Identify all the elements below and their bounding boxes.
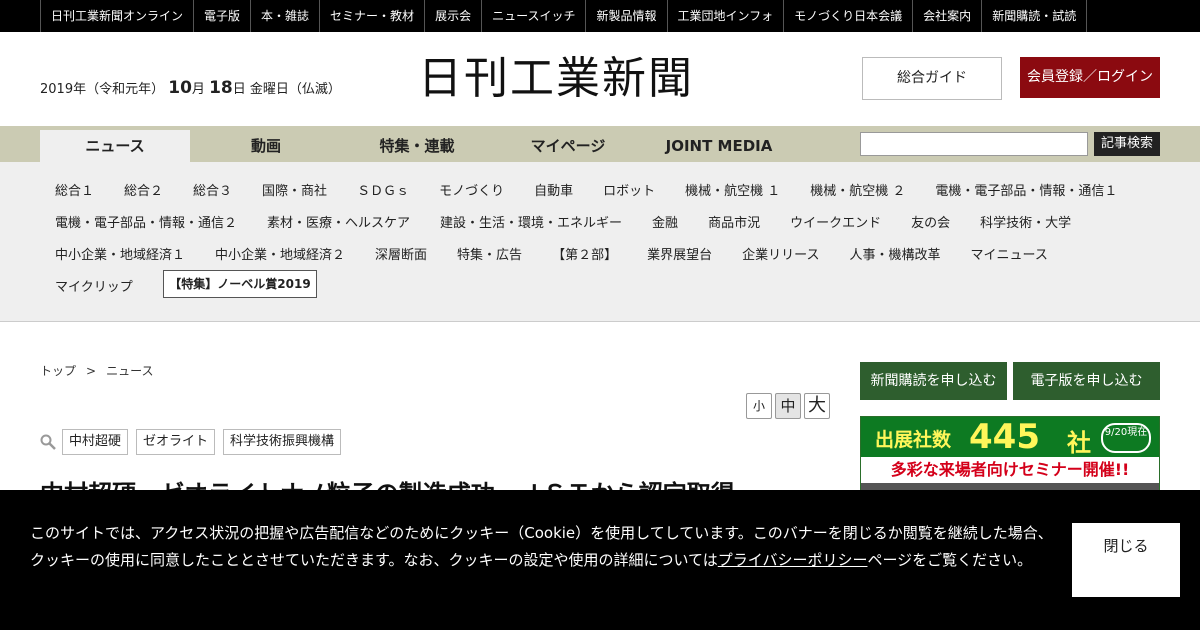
category-item[interactable]: 金融 — [652, 212, 678, 231]
category-row-1: 総合１ 総合２ 総合３ 国際・商社 ＳＤＧｓ モノづくり 自動車 ロボット 機械… — [55, 180, 1147, 199]
font-size-large-button[interactable]: 大 — [804, 393, 830, 419]
category-item[interactable]: ウイークエンド — [790, 212, 881, 231]
site-header: 2019年（令和元年） 10月 18日 金曜日（仏滅） 日刊工業新聞 総合ガイド… — [0, 32, 1200, 126]
category-item[interactable]: モノづくり — [439, 180, 504, 199]
search-input[interactable] — [860, 132, 1088, 156]
category-item[interactable]: 電機・電子部品・情報・通信１ — [935, 180, 1117, 199]
top-link-industrial-park[interactable]: 工業団地インフォ — [668, 0, 785, 32]
breadcrumb-top[interactable]: トップ — [40, 364, 76, 378]
category-item[interactable]: 素材・医療・ヘルスケア — [267, 212, 410, 231]
category-item[interactable]: 科学技術・大学 — [980, 212, 1071, 231]
category-item[interactable]: 総合３ — [193, 180, 232, 199]
tab-video[interactable]: 動画 — [191, 130, 341, 162]
login-button[interactable]: 会員登録／ログイン — [1020, 57, 1160, 98]
category-item[interactable]: ＳＤＧｓ — [357, 180, 409, 199]
font-size-medium-button[interactable]: 中 — [775, 393, 801, 419]
category-row-2: 電機・電子部品・情報・通信２ 素材・医療・ヘルスケア 建設・生活・環境・エネルギ… — [55, 212, 1101, 231]
search-button[interactable]: 記事検索 — [1094, 132, 1160, 156]
banner-seminar-text: 多彩な来場者向けセミナー開催!! — [861, 457, 1159, 483]
banner-exhibitor-count: 445 — [969, 417, 1040, 457]
nobel-special-button[interactable]: 【特集】ノーベル賞2019 — [163, 270, 317, 298]
category-item[interactable]: 建設・生活・環境・エネルギー — [440, 212, 622, 231]
date-year: 2019年（令和元年） — [40, 82, 165, 97]
top-link-books[interactable]: 本・雑誌 — [251, 0, 321, 32]
top-link-company[interactable]: 会社案内 — [913, 0, 983, 32]
site-logo[interactable]: 日刊工業新聞 — [418, 52, 694, 106]
font-size-switcher: 小 中 大 — [746, 393, 833, 419]
category-item[interactable]: マイニュース — [970, 244, 1047, 263]
category-item[interactable]: 機械・航空機 ２ — [810, 180, 905, 199]
privacy-policy-link[interactable]: プライバシーポリシー — [718, 551, 868, 569]
current-date: 2019年（令和元年） 10月 18日 金曜日（仏滅） — [40, 78, 341, 98]
font-size-small-button[interactable]: 小 — [746, 393, 772, 419]
category-item[interactable]: 企業リリース — [742, 244, 819, 263]
top-link-digital[interactable]: 電子版 — [194, 0, 252, 32]
main-nav: ニュース 動画 特集・連載 マイページ JOINT MEDIA 記事検索 — [0, 126, 1200, 162]
banner-header: 出展社数 445 社 9/20現在 — [861, 417, 1159, 457]
category-item[interactable]: 友の会 — [911, 212, 950, 231]
exhibition-banner[interactable]: 出展社数 445 社 9/20現在 多彩な来場者向けセミナー開催!! — [860, 416, 1160, 498]
category-item[interactable]: 業界展望台 — [647, 244, 712, 263]
category-row-3: 中小企業・地域経済１ 中小企業・地域経済２ 深層断面 特集・広告 【第２部】 業… — [55, 244, 1078, 263]
category-item[interactable]: 商品市況 — [708, 212, 760, 231]
category-item[interactable]: 総合１ — [55, 180, 94, 199]
subscribe-digital-button[interactable]: 電子版を申し込む — [1013, 362, 1160, 400]
date-weekday: 日 金曜日（仏滅） — [232, 82, 341, 97]
article-tags: 中村超硬 ゼオライト 科学技術振興機構 — [40, 429, 349, 455]
tag-nakamura[interactable]: 中村超硬 — [62, 429, 129, 455]
category-item[interactable]: 総合２ — [124, 180, 163, 199]
category-item-myclip[interactable]: マイクリップ — [55, 276, 133, 295]
category-item[interactable]: 【第２部】 — [552, 244, 617, 263]
category-item[interactable]: 中小企業・地域経済２ — [215, 244, 345, 263]
tag-jst[interactable]: 科学技術振興機構 — [223, 429, 342, 455]
tag-zeolite[interactable]: ゼオライト — [136, 429, 216, 455]
cookie-close-button[interactable]: 閉じる — [1072, 523, 1180, 597]
top-link-exhibition[interactable]: 展示会 — [425, 0, 483, 32]
category-item[interactable]: 機械・航空機 １ — [685, 180, 780, 199]
breadcrumb: トップ > ニュース — [40, 362, 153, 379]
tab-joint-media[interactable]: JOINT MEDIA — [644, 130, 794, 162]
category-item[interactable]: 中小企業・地域経済１ — [55, 244, 185, 263]
banner-exhibitors-label: 出展社数 — [875, 429, 952, 451]
category-nav: 総合１ 総合２ 総合３ 国際・商社 ＳＤＧｓ モノづくり 自動車 ロボット 機械… — [0, 162, 1200, 322]
breadcrumb-separator: > — [86, 364, 97, 378]
search-icon — [40, 434, 56, 450]
tab-features[interactable]: 特集・連載 — [342, 130, 492, 162]
cookie-text-end: ページをご覧ください。 — [867, 551, 1033, 569]
cookie-message: このサイトでは、アクセス状況の把握や広告配信などのためにクッキー（Cookie）… — [30, 520, 1060, 574]
date-day: 18 — [209, 78, 233, 98]
top-link-subscribe[interactable]: 新聞購読・試読 — [982, 0, 1088, 32]
top-bar: 日刊工業新聞オンライン 電子版 本・雑誌 セミナー・教材 展示会 ニュースイッチ… — [0, 0, 1200, 32]
top-link-monozukuri[interactable]: モノづくり日本会議 — [784, 0, 914, 32]
category-row-4: マイクリップ — [55, 276, 163, 295]
breadcrumb-news[interactable]: ニュース — [106, 364, 153, 378]
date-month-unit: 月 — [191, 82, 205, 97]
cookie-banner: このサイトでは、アクセス状況の把握や広告配信などのためにクッキー（Cookie）… — [0, 490, 1200, 630]
banner-as-of-date: 9/20現在 — [1101, 423, 1151, 453]
guide-button[interactable]: 総合ガイド — [862, 57, 1002, 100]
category-item[interactable]: 深層断面 — [375, 244, 427, 263]
category-item[interactable]: 国際・商社 — [262, 180, 327, 199]
category-item[interactable]: 自動車 — [534, 180, 573, 199]
date-month: 10 — [168, 78, 192, 98]
category-item[interactable]: 電機・電子部品・情報・通信２ — [55, 212, 237, 231]
top-link-new-products[interactable]: 新製品情報 — [586, 0, 668, 32]
category-item[interactable]: ロボット — [603, 180, 655, 199]
top-link-seminar[interactable]: セミナー・教材 — [320, 0, 426, 32]
tab-mypage[interactable]: マイページ — [493, 130, 643, 162]
tab-news[interactable]: ニュース — [40, 130, 190, 162]
category-item[interactable]: 特集・広告 — [457, 244, 522, 263]
category-item[interactable]: 人事・機構改革 — [849, 244, 940, 263]
top-link-online[interactable]: 日刊工業新聞オンライン — [41, 0, 195, 32]
top-link-newswitch[interactable]: ニュースイッチ — [482, 0, 587, 32]
top-links: 日刊工業新聞オンライン 電子版 本・雑誌 セミナー・教材 展示会 ニュースイッチ… — [40, 0, 1088, 32]
subscribe-newspaper-button[interactable]: 新聞購読を申し込む — [860, 362, 1007, 400]
banner-count-unit: 社 — [1067, 429, 1091, 457]
